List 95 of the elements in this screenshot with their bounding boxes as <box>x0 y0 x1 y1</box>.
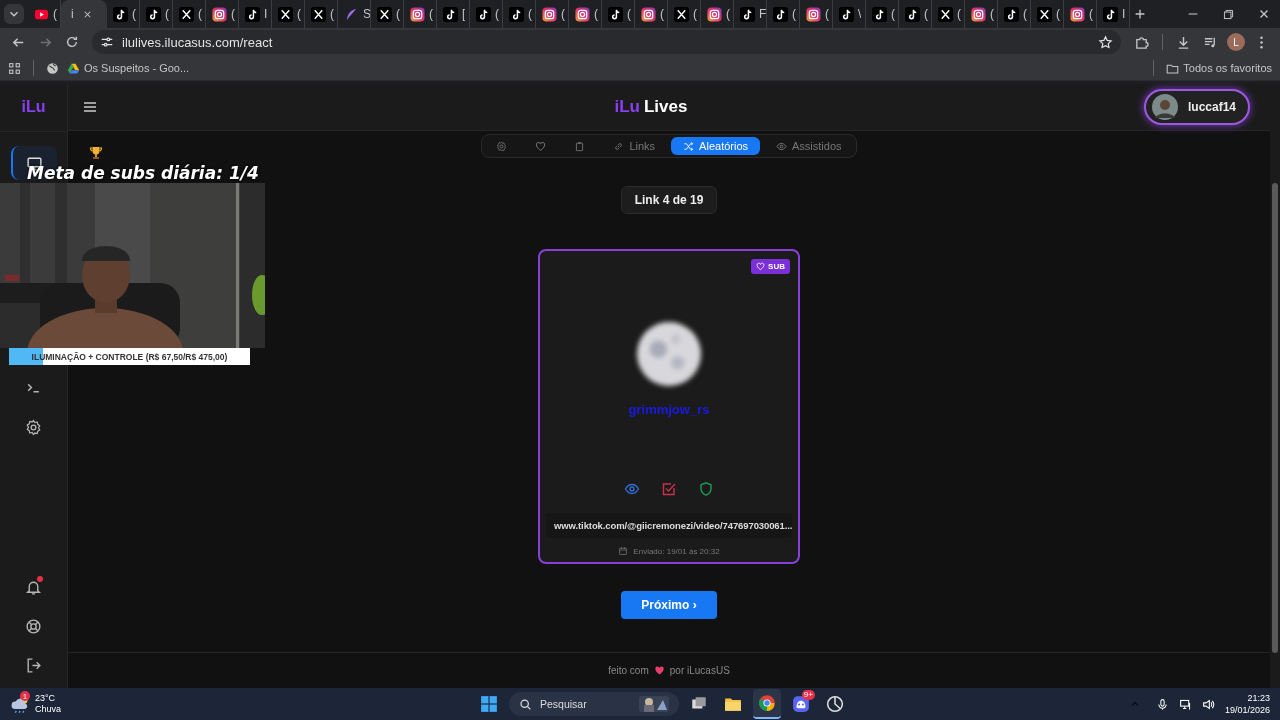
folder-icon <box>723 695 742 713</box>
x-mark-icon <box>1037 6 1052 22</box>
goal-text: Meta de subs diária: 1/4 <box>27 163 259 183</box>
music-note-icon <box>740 6 755 22</box>
link-icon <box>613 140 625 152</box>
link-counter: Link 4 de 19 <box>620 186 718 214</box>
eye-icon <box>776 140 788 152</box>
logo: iLu Lives <box>613 96 689 117</box>
music-note-icon <box>839 6 854 22</box>
restore-icon <box>1222 7 1235 21</box>
camera-icon <box>1070 6 1085 22</box>
scrollbar[interactable] <box>1270 83 1280 688</box>
search-icon <box>518 697 532 711</box>
address-bar[interactable]: ilulives.ilucasus.com/react <box>92 30 1121 54</box>
triangle-logo-icon <box>67 61 80 75</box>
feather-icon <box>344 6 359 22</box>
plus-icon <box>1133 7 1147 21</box>
music-note-icon <box>1004 6 1019 22</box>
music-note-icon <box>146 6 161 22</box>
page-tab[interactable]: Aleatórios <box>671 137 761 155</box>
search-field[interactable]: Pesquisar <box>508 692 679 716</box>
camera-icon <box>410 6 425 22</box>
star-icon[interactable] <box>1098 34 1113 50</box>
camera-icon <box>641 6 656 22</box>
calendar-icon <box>618 546 629 556</box>
x-mark-icon <box>278 6 293 22</box>
clock[interactable]: 21:23 19/01/2026 <box>1224 692 1270 716</box>
reload-icon <box>65 35 79 49</box>
music-note-icon <box>245 6 260 22</box>
camera-icon <box>707 6 722 22</box>
eye-icon[interactable] <box>624 481 640 497</box>
sub-badge: SUB <box>751 259 790 274</box>
x-mark-icon <box>179 6 194 22</box>
download-icon <box>1176 34 1191 50</box>
page-tab[interactable]: Assistidos <box>764 137 854 155</box>
bookmark[interactable]: Os Suspeitos - Goo... <box>67 61 190 75</box>
puzzle-icon <box>1134 34 1149 50</box>
camera-icon <box>575 6 590 22</box>
x-mark-icon <box>377 6 392 22</box>
music-note-icon <box>476 6 491 22</box>
notification-badge: 9+ <box>801 690 815 700</box>
tab-search-button[interactable] <box>4 4 24 24</box>
camera-icon <box>971 6 986 22</box>
link-url[interactable]: www.tiktok.com/@giicremonezi/video/747697030061... <box>546 513 792 538</box>
page-tab[interactable]: Links <box>601 137 668 155</box>
shuffle-icon <box>683 140 695 152</box>
clipboard-icon <box>574 140 586 152</box>
logo: iLu <box>0 83 67 132</box>
trophy-icon <box>88 145 104 161</box>
music-note-icon <box>509 6 524 22</box>
next-button[interactable]: Próximo › <box>621 591 717 619</box>
footer-text: feito com <box>608 665 649 676</box>
network-icon[interactable] <box>1178 697 1192 711</box>
camera-icon <box>542 6 557 22</box>
sent-date: Enviado: 19/01 às 20:32 <box>633 546 720 556</box>
music-note-icon <box>608 6 623 22</box>
windows-logo-icon <box>479 695 498 713</box>
site-settings-icon[interactable] <box>100 35 114 49</box>
heart-icon <box>756 262 766 271</box>
profile-avatar[interactable]: L <box>1227 33 1245 51</box>
taskbar-app[interactable] <box>752 689 781 719</box>
x-mark-icon <box>674 6 689 22</box>
check-icon[interactable] <box>661 481 677 497</box>
speaker-icon[interactable] <box>1201 697 1215 711</box>
circle-app-icon <box>825 695 844 713</box>
footer-text: por iLucasUS <box>669 665 730 676</box>
taskbar-app[interactable]: 9+ <box>786 690 815 718</box>
music-note-icon <box>905 6 920 22</box>
music-note-icon <box>872 6 887 22</box>
x-mark-icon <box>938 6 953 22</box>
music-note-icon <box>1103 6 1118 22</box>
heart-icon <box>653 665 665 676</box>
heart-icon <box>535 140 547 152</box>
all-bookmarks-button[interactable]: Todos os favoritos <box>1166 61 1272 75</box>
apps-grid-icon[interactable] <box>8 61 21 75</box>
circle-logo-icon <box>757 694 776 712</box>
x-mark-icon <box>311 6 326 22</box>
globe-icon[interactable] <box>46 61 59 75</box>
bell-icon <box>25 578 42 596</box>
weather-condition: Chuva <box>35 704 61 715</box>
settings-icon <box>496 140 508 152</box>
music-note-icon <box>443 6 458 22</box>
music-note-icon <box>113 6 128 22</box>
user-profile[interactable]: luccaf14 <box>1143 88 1250 125</box>
camera-icon <box>806 6 821 22</box>
camera-icon <box>212 6 227 22</box>
music-note-icon <box>773 6 788 22</box>
browser-tab[interactable]: i <box>61 0 107 28</box>
temperature: 23°C <box>35 693 57 704</box>
settings-icon <box>25 418 42 436</box>
help-icon <box>25 617 42 635</box>
logout-icon <box>25 656 42 674</box>
shield-icon[interactable] <box>698 481 714 497</box>
microphone-icon[interactable] <box>1155 697 1169 711</box>
game-controller-icon <box>791 695 810 713</box>
